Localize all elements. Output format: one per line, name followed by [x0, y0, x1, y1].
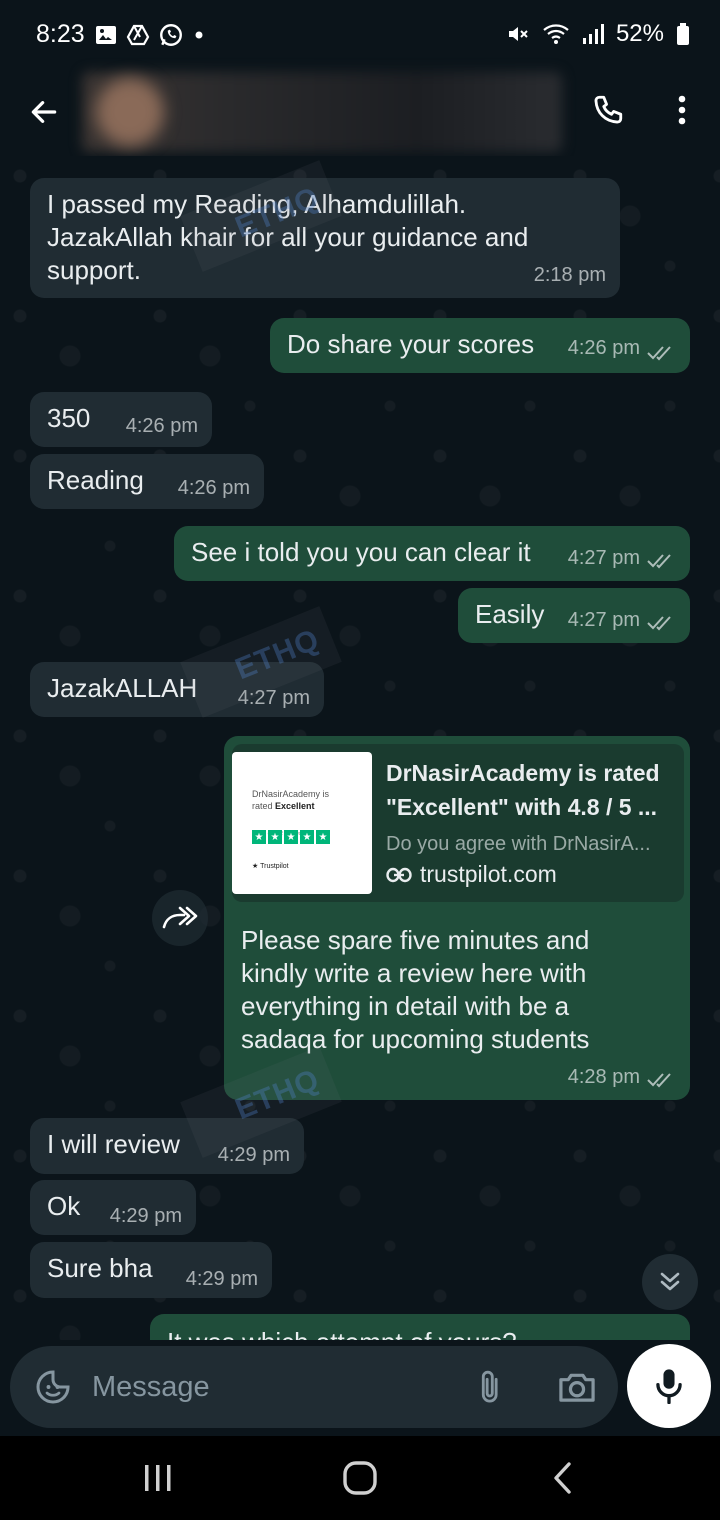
message-text: It was which attempt of yours?: [167, 1326, 517, 1340]
trustpilot-stars: ★ ★ ★ ★ ★: [252, 830, 330, 844]
message-outgoing[interactable]: It was which attempt of yours?: [150, 1314, 690, 1340]
back-chevron-icon: [554, 1462, 571, 1494]
link-title: DrNasirAcademy is rated "Excellent" with…: [386, 760, 660, 820]
home-button[interactable]: [330, 1458, 390, 1498]
message-time: 4:28 pm: [567, 1066, 640, 1088]
home-icon: [343, 1461, 377, 1495]
status-time: 8:23: [36, 20, 85, 48]
message-outgoing[interactable]: See i told you you can clear it 4:27 pm: [174, 526, 690, 581]
message-outgoing-link[interactable]: DrNasirAcademy is rated Excellent Based …: [224, 736, 690, 1100]
message-incoming[interactable]: Reading 4:26 pm: [30, 454, 264, 509]
dot-icon: [195, 31, 203, 39]
voice-record-button[interactable]: [627, 1344, 711, 1428]
thumb-title-bold: Excellent: [275, 801, 315, 811]
recents-icon: [145, 1465, 171, 1491]
message-text: Reading: [47, 465, 144, 495]
emoji-button[interactable]: [30, 1364, 76, 1410]
recent-apps-button[interactable]: [128, 1458, 188, 1498]
message-time: 4:26 pm: [567, 337, 640, 359]
link-domain-text: trustpilot.com: [420, 861, 557, 887]
message-incoming[interactable]: 350 4:26 pm: [30, 392, 212, 447]
composer: [10, 1346, 618, 1428]
message-time: 4:26 pm: [125, 415, 198, 437]
message-time: 4:29 pm: [185, 1268, 258, 1290]
message-text: Do share your scores: [287, 329, 535, 359]
mute-icon: [508, 27, 528, 41]
attach-button[interactable]: [468, 1364, 514, 1410]
paperclip-icon: [481, 1370, 498, 1403]
phone-icon: [594, 95, 623, 124]
back-button[interactable]: [22, 90, 66, 134]
message-outgoing[interactable]: Easily 4:27 pm: [458, 588, 690, 643]
chat-messages[interactable]: I passed my Reading, Alhamdulillah. Jaza…: [0, 156, 720, 1340]
read-ticks-icon: [647, 554, 671, 569]
message-text: Sure bha: [47, 1253, 153, 1283]
wifi-icon: [543, 24, 569, 44]
double-chevron-down-icon: [660, 1272, 680, 1291]
whatsapp-icon: [160, 24, 182, 46]
more-options-button[interactable]: [660, 86, 704, 134]
star-icon: ★: [268, 830, 282, 844]
message-text: JazakALLAH: [47, 673, 198, 703]
thumb-title-line1: DrNasirAcademy is: [252, 789, 330, 799]
chat-header: [0, 70, 720, 156]
read-ticks-icon: [647, 1073, 671, 1088]
star-icon: ★: [316, 830, 330, 844]
battery-percent: 52%: [615, 20, 664, 47]
sticker-emoji-icon: [36, 1370, 70, 1404]
message-text: 350: [47, 403, 91, 433]
back-nav-button[interactable]: [532, 1458, 592, 1498]
link-description: Do you agree with DrNasirA...: [386, 833, 651, 855]
message-text: I will review: [47, 1129, 180, 1159]
message-time: 4:27 pm: [567, 609, 640, 631]
voice-call-button[interactable]: [584, 86, 632, 134]
camera-icon: [559, 1373, 595, 1402]
message-text: Please spare five minutes and kindly wri…: [241, 925, 590, 1054]
message-time: 2:18 pm: [533, 264, 606, 286]
link-preview[interactable]: DrNasirAcademy is rated Excellent Based …: [232, 744, 684, 902]
notification-icons: [94, 22, 206, 48]
camera-button[interactable]: [554, 1364, 600, 1410]
microphone-icon: [656, 1369, 682, 1404]
more-vert-icon: [678, 95, 686, 125]
gallery-icon: [96, 26, 116, 44]
star-icon: ★: [300, 830, 314, 844]
thumb-title-line2: rated: [252, 801, 276, 811]
message-time: 4:29 pm: [109, 1205, 182, 1227]
read-ticks-icon: [647, 346, 671, 361]
back-arrow-icon: [31, 101, 57, 123]
avatar[interactable]: [96, 78, 164, 146]
forward-button[interactable]: [152, 890, 208, 946]
star-icon: ★: [252, 830, 266, 844]
system-nav-bar: [0, 1436, 720, 1520]
drive-icon: [126, 24, 150, 46]
message-time: 4:26 pm: [177, 477, 250, 499]
message-incoming[interactable]: Ok 4:29 pm: [30, 1180, 196, 1235]
trustpilot-brand: ★ Trustpilot: [252, 863, 289, 870]
status-bar: 8:23 52%: [0, 0, 720, 70]
status-right: 52%: [506, 20, 690, 48]
message-text: Easily: [475, 599, 545, 629]
battery-icon: [677, 23, 689, 45]
read-ticks-icon: [647, 616, 671, 631]
link-domain[interactable]: trustpilot.com: [386, 858, 557, 891]
link-icon: [386, 867, 412, 882]
message-text: Ok: [47, 1191, 81, 1221]
thumb-title: DrNasirAcademy is rated Excellent: [252, 788, 352, 812]
message-text: See i told you you can clear it: [191, 537, 531, 567]
message-input[interactable]: [92, 1362, 452, 1412]
link-thumbnail: DrNasirAcademy is rated Excellent Based …: [232, 752, 372, 894]
signal-icon: [582, 24, 604, 44]
message-time: 4:27 pm: [567, 547, 640, 569]
message-incoming[interactable]: Sure bha 4:29 pm: [30, 1242, 272, 1298]
forward-icon: [162, 906, 198, 929]
scroll-to-bottom-button[interactable]: [642, 1254, 698, 1310]
star-icon: ★: [284, 830, 298, 844]
message-outgoing[interactable]: Do share your scores 4:26 pm: [270, 318, 690, 373]
